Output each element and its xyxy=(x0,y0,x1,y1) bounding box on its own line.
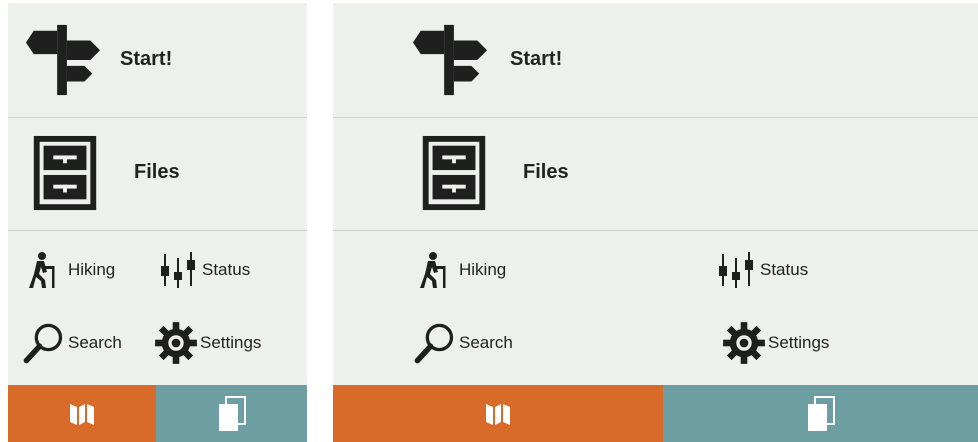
start-label: Start! xyxy=(510,48,563,70)
large-device-screen: Start! Files Hiking Status Search Settin… xyxy=(333,3,978,442)
search-button[interactable]: Search xyxy=(413,321,513,365)
start-row[interactable]: Start! xyxy=(333,3,978,117)
files-label: Files xyxy=(523,161,569,183)
hiker-icon xyxy=(420,252,446,288)
small-device-screen: Start! Files Hiking Status Search Settin… xyxy=(8,3,307,442)
bottom-tab-bar xyxy=(333,385,978,442)
pages-tab[interactable] xyxy=(156,385,307,442)
map-icon xyxy=(70,403,94,425)
map-icon xyxy=(486,403,510,425)
divider xyxy=(8,230,307,231)
hiking-label: Hiking xyxy=(68,260,116,279)
hiking-label: Hiking xyxy=(459,260,507,279)
pages-icon xyxy=(807,395,835,431)
divider xyxy=(333,230,978,231)
pages-icon xyxy=(218,395,246,431)
hiking-button[interactable]: Hiking xyxy=(413,250,506,290)
gear-icon xyxy=(155,322,197,364)
search-label: Search xyxy=(459,333,513,352)
sliders-icon xyxy=(719,252,753,288)
comparison-stage: Start! Files Hiking Status Search Settin… xyxy=(0,0,978,442)
sliders-icon xyxy=(161,252,195,288)
map-tab[interactable] xyxy=(8,385,156,442)
file-cabinet-icon xyxy=(422,135,486,211)
settings-button[interactable]: Settings xyxy=(722,321,829,365)
status-label: Status xyxy=(202,260,251,279)
hiking-button[interactable]: Hiking xyxy=(22,250,115,290)
signpost-icon xyxy=(412,24,488,96)
signpost-icon xyxy=(25,24,101,96)
map-tab[interactable] xyxy=(333,385,663,442)
search-label: Search xyxy=(68,333,122,352)
files-label: Files xyxy=(134,161,180,183)
status-button[interactable]: Status xyxy=(716,250,808,290)
file-cabinet-icon xyxy=(33,135,97,211)
start-row[interactable]: Start! xyxy=(8,3,307,117)
status-button[interactable]: Status xyxy=(158,250,250,290)
bottom-tab-bar xyxy=(8,385,307,442)
files-row[interactable]: Files xyxy=(333,118,978,230)
pages-tab[interactable] xyxy=(663,385,978,442)
gear-icon xyxy=(723,322,765,364)
settings-label: Settings xyxy=(200,333,262,352)
settings-label: Settings xyxy=(768,333,830,352)
search-button[interactable]: Search xyxy=(22,321,122,365)
hiker-icon xyxy=(29,252,55,288)
start-label: Start! xyxy=(120,48,173,70)
magnifier-icon xyxy=(414,323,454,364)
settings-button[interactable]: Settings xyxy=(154,321,261,365)
files-row[interactable]: Files xyxy=(8,118,307,230)
magnifier-icon xyxy=(23,323,63,364)
status-label: Status xyxy=(760,260,809,279)
